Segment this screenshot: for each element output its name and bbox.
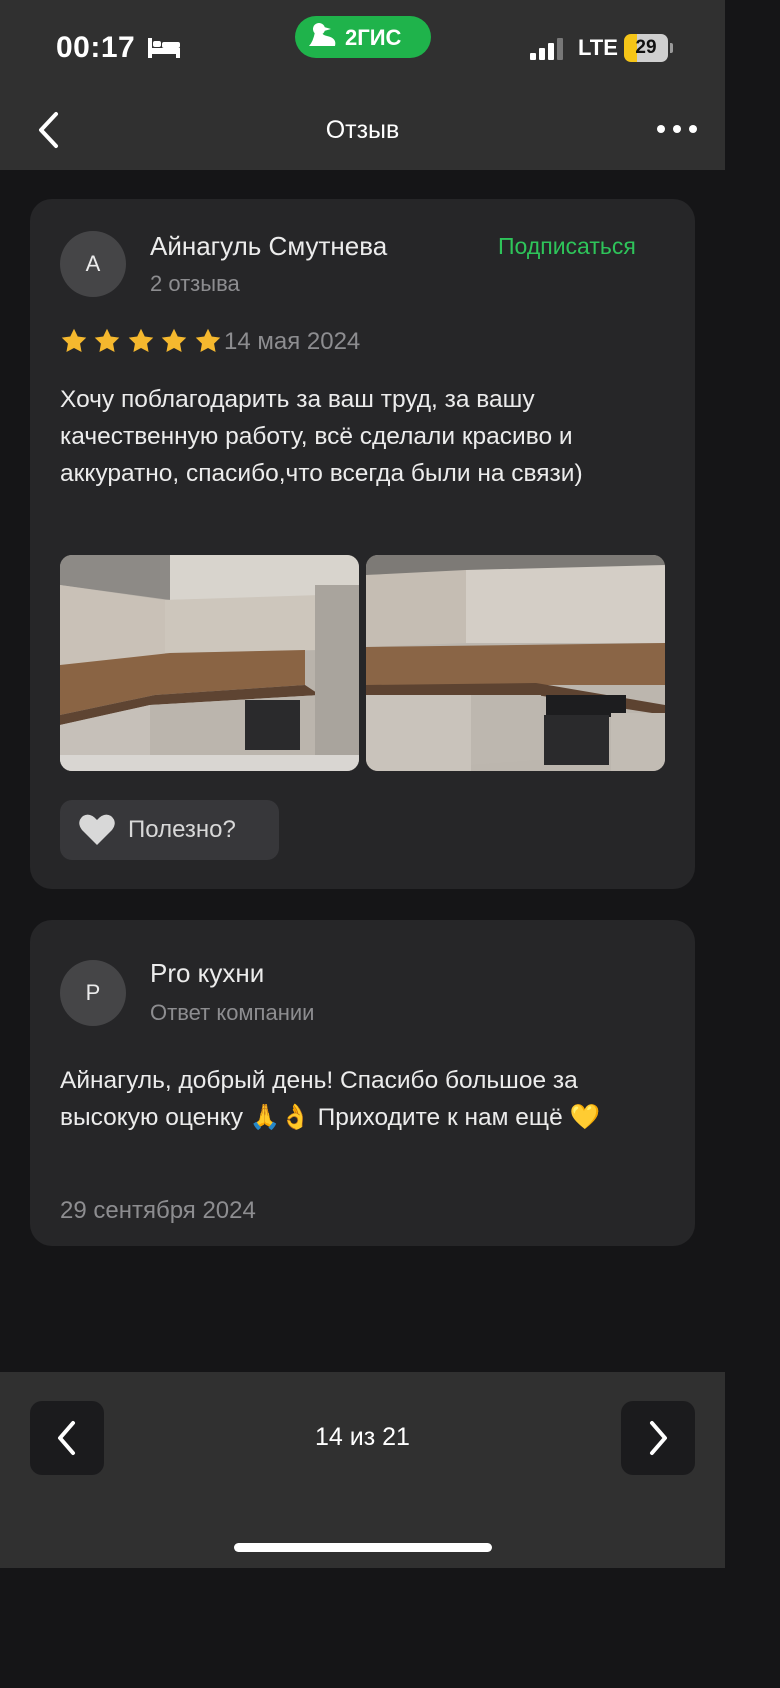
- battery-icon: 29: [624, 34, 673, 62]
- reply-role: Ответ компании: [150, 1000, 315, 1025]
- bed-icon: [148, 38, 180, 58]
- status-time: 00:17: [56, 31, 136, 64]
- star-icon: [61, 328, 87, 352]
- battery-tip: [670, 43, 673, 53]
- star-icon: [195, 328, 221, 352]
- brand-name: 2ГИС: [345, 25, 402, 50]
- next-review-button[interactable]: [621, 1401, 695, 1475]
- review-date: 14 мая 2024: [224, 328, 361, 355]
- company-avatar[interactable]: P: [60, 960, 126, 1026]
- review-photo[interactable]: [366, 555, 665, 771]
- star-icon: [128, 328, 154, 352]
- reply-text: Айнагуль, добрый день! Спасибо большое з…: [60, 1067, 601, 1131]
- signal-icon: [530, 38, 563, 60]
- author-review-count: 2 отзыва: [150, 271, 240, 296]
- chevron-right-icon: [650, 1421, 667, 1455]
- battery-level: 29: [635, 37, 657, 58]
- duck-logo-icon: [309, 23, 336, 46]
- review-counter: 14 из 21: [315, 1423, 410, 1451]
- network-type: LTE: [578, 35, 618, 60]
- home-indicator[interactable]: [234, 1543, 492, 1552]
- page-title: Отзыв: [325, 116, 400, 144]
- company-name[interactable]: Pro кухни: [150, 958, 264, 989]
- company-reply-card: P Pro кухни Ответ компании Айнагуль, доб…: [30, 920, 695, 1246]
- bottom-pager: 14 из 21: [0, 1372, 725, 1568]
- useful-label: Полезно?: [128, 816, 236, 843]
- star-icon: [162, 328, 187, 352]
- brand-logo: 2ГИС: [295, 16, 431, 58]
- avatar[interactable]: А: [60, 231, 126, 297]
- review-text: Хочу поблагодарить за ваш труд, за вашу …: [60, 386, 583, 487]
- review-card: А Айнагуль Смутнева 2 отзыва Подписаться…: [30, 199, 695, 889]
- subscribe-button[interactable]: Подписаться: [498, 233, 636, 260]
- heart-icon: [79, 814, 115, 845]
- author-name[interactable]: Айнагуль Смутнева: [150, 231, 387, 262]
- review-photo[interactable]: [60, 555, 359, 771]
- star-icon: [95, 328, 120, 352]
- top-app-bar: Отзыв: [0, 92, 725, 170]
- rating-stars: [60, 327, 223, 357]
- status-bar: 00:17 2ГИС LTE 29: [0, 0, 725, 92]
- useful-button[interactable]: Полезно?: [60, 800, 279, 860]
- reply-date: 29 сентября 2024: [60, 1197, 256, 1224]
- more-dots-icon[interactable]: [652, 114, 702, 144]
